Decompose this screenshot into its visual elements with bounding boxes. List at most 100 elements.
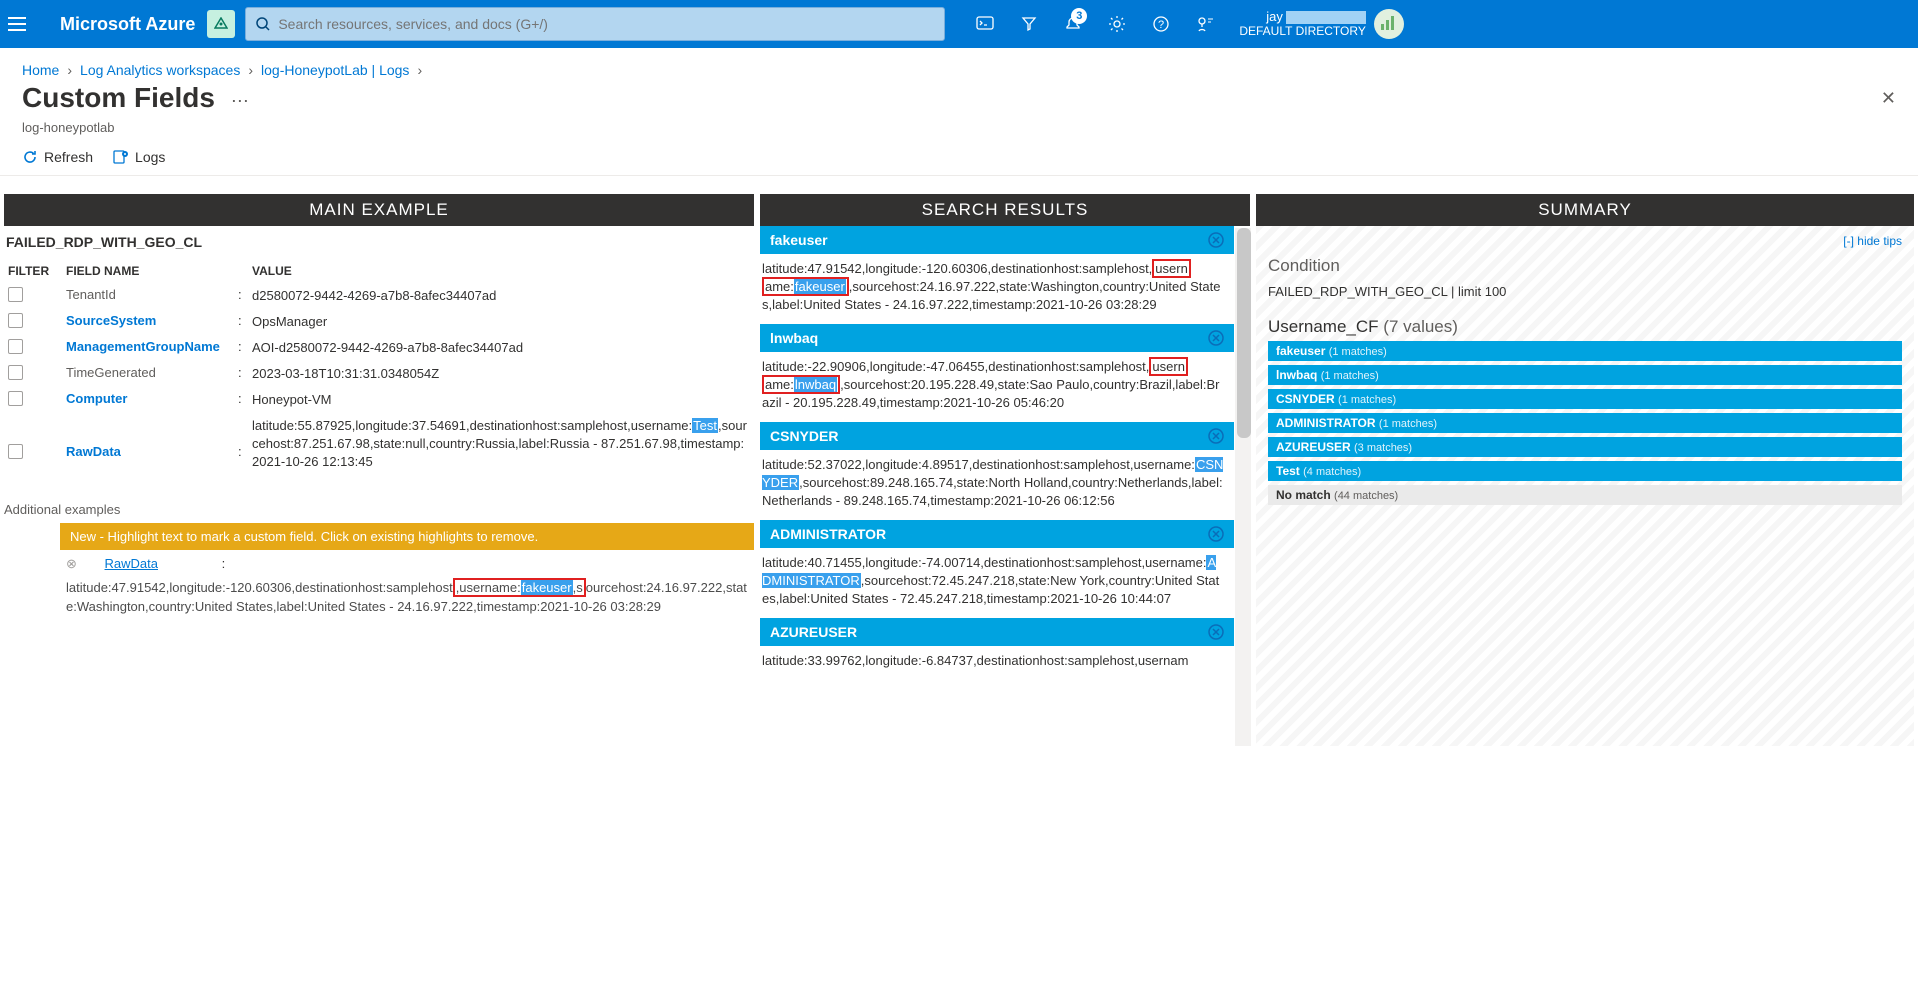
summary-panel: [-] hide tips Condition FAILED_RDP_WITH_… xyxy=(1256,226,1914,746)
refresh-button[interactable]: Refresh xyxy=(22,149,93,165)
value-row[interactable]: fakeuser (1 matches) xyxy=(1268,341,1902,361)
search-result-body: latitude:40.71455,longitude:-74.00714,de… xyxy=(760,548,1234,608)
filter-icon[interactable] xyxy=(1009,4,1049,44)
search-result-title[interactable]: ADMINISTRATOR xyxy=(760,520,1234,548)
edit-icon[interactable] xyxy=(1208,330,1224,346)
field-row: ManagementGroupName:AOI-d2580072-9442-42… xyxy=(6,336,752,360)
highlight[interactable]: CSNYDER xyxy=(762,457,1223,490)
page-subtitle: log-honeypotlab xyxy=(0,120,1918,135)
search-result-body: latitude:33.99762,longitude:-6.84737,des… xyxy=(760,646,1234,670)
settings-icon[interactable] xyxy=(1097,4,1137,44)
chevron-right-icon: › xyxy=(248,62,253,78)
field-row: Computer:Honeypot-VM xyxy=(6,388,752,412)
toolbar: Refresh Logs xyxy=(0,135,1918,176)
field-name-link[interactable]: ManagementGroupName xyxy=(66,339,220,354)
search-result-title[interactable]: AZUREUSER xyxy=(760,618,1234,646)
rawdata-link[interactable]: RawData xyxy=(105,556,158,571)
search-result-title[interactable]: lnwbaq xyxy=(760,324,1234,352)
logs-button[interactable]: Logs xyxy=(113,149,165,165)
value-row[interactable]: Test (4 matches) xyxy=(1268,461,1902,481)
notification-badge: 3 xyxy=(1071,8,1087,24)
value-row[interactable]: AZUREUSER (3 matches) xyxy=(1268,437,1902,457)
red-annotation-box: usern xyxy=(1152,259,1191,278)
user-block[interactable]: jay DEFAULT DIRECTORY xyxy=(1239,9,1403,39)
field-value: d2580072-9442-4269-a7b8-8afec34407ad xyxy=(250,284,752,308)
highlight[interactable]: ADMINISTRATOR xyxy=(762,555,1216,588)
chevron-right-icon: › xyxy=(67,62,72,78)
highlight[interactable]: Test xyxy=(692,418,718,433)
page-title: Custom Fields xyxy=(22,82,215,114)
field-name-link[interactable]: SourceSystem xyxy=(66,313,156,328)
search-result-item: AZUREUSERlatitude:33.99762,longitude:-6.… xyxy=(760,618,1234,670)
notification-icon[interactable]: 3 xyxy=(1053,4,1093,44)
search-result-item: lnwbaqlatitude:-22.90906,longitude:-47.0… xyxy=(760,324,1234,412)
summary-col: SUMMARY [-] hide tips Condition FAILED_R… xyxy=(1256,194,1914,746)
field-row-rawdata: RawData:latitude:55.87925,longitude:37.5… xyxy=(6,414,752,474)
additional-examples-label: Additional examples xyxy=(4,476,754,517)
feedback-icon[interactable] xyxy=(1185,4,1225,44)
upgrade-icon[interactable] xyxy=(207,10,235,38)
value-row[interactable]: ADMINISTRATOR (1 matches) xyxy=(1268,413,1902,433)
search-icon xyxy=(256,17,270,31)
summary-col-header: SUMMARY xyxy=(1256,194,1914,226)
table-name: FAILED_RDP_WITH_GEO_CL xyxy=(4,226,754,258)
scrollbar-track[interactable] xyxy=(1235,228,1251,746)
th-filter: FILTER xyxy=(6,260,62,282)
edit-icon[interactable] xyxy=(1208,526,1224,542)
cloud-shell-icon[interactable] xyxy=(965,4,1005,44)
search-results-col: SEARCH RESULTS fakeuserlatitude:47.91542… xyxy=(760,194,1250,746)
content: MAIN EXAMPLE FAILED_RDP_WITH_GEO_CL FILT… xyxy=(0,176,1918,746)
chevron-right-icon: › xyxy=(417,62,422,78)
field-row: TenantId:d2580072-9442-4269-a7b8-8afec34… xyxy=(6,284,752,308)
scrollbar-thumb[interactable] xyxy=(1237,228,1251,438)
search-result-body: latitude:47.91542,longitude:-120.60306,d… xyxy=(760,254,1234,314)
brand-label[interactable]: Microsoft Azure xyxy=(60,14,195,35)
remove-icon[interactable]: ⊗ xyxy=(66,556,77,571)
additional-rawdata-row: ⊗ RawData : xyxy=(60,550,754,578)
search-result-title[interactable]: CSNYDER xyxy=(760,422,1234,450)
bc-workspaces[interactable]: Log Analytics workspaces xyxy=(80,62,240,78)
filter-checkbox[interactable] xyxy=(8,444,23,459)
filter-checkbox[interactable] xyxy=(8,365,23,380)
filter-checkbox[interactable] xyxy=(8,339,23,354)
global-search[interactable] xyxy=(245,7,945,41)
search-result-title[interactable]: fakeuser xyxy=(760,226,1234,254)
edit-icon[interactable] xyxy=(1208,428,1224,444)
more-icon[interactable]: ⋯ xyxy=(231,91,249,112)
search-result-body: latitude:52.37022,longitude:4.89517,dest… xyxy=(760,450,1234,510)
red-annotation-box: ame:fakeuser xyxy=(762,277,849,296)
value-row[interactable]: lnwbaq (1 matches) xyxy=(1268,365,1902,385)
bc-home[interactable]: Home xyxy=(22,62,59,78)
avatar[interactable] xyxy=(1374,9,1404,39)
search-col-header: SEARCH RESULTS xyxy=(760,194,1250,226)
field-name-link[interactable]: RawData xyxy=(66,444,121,459)
field-name-link[interactable]: Computer xyxy=(66,391,127,406)
field-name: TimeGenerated xyxy=(66,365,156,380)
edit-icon[interactable] xyxy=(1208,232,1224,248)
filter-checkbox[interactable] xyxy=(8,313,23,328)
highlight[interactable]: lnwbaq xyxy=(794,377,837,392)
menu-icon[interactable] xyxy=(8,17,48,31)
value-row[interactable]: CSNYDER (1 matches) xyxy=(1268,389,1902,409)
red-annotation-box: ,username:fakeuser,s xyxy=(453,578,586,597)
user-email-redacted xyxy=(1286,11,1366,24)
highlight[interactable]: fakeuser xyxy=(521,580,573,595)
close-icon[interactable]: ✕ xyxy=(1881,88,1896,109)
value-row-nomatch[interactable]: No match (44 matches) xyxy=(1268,485,1902,505)
azure-top-bar: Microsoft Azure 3 ? jay DEFAULT DIRECTOR… xyxy=(0,0,1918,48)
highlight[interactable]: fakeuser xyxy=(794,279,846,294)
help-icon[interactable]: ? xyxy=(1141,4,1181,44)
svg-text:?: ? xyxy=(1158,19,1164,31)
filter-checkbox[interactable] xyxy=(8,287,23,302)
search-result-body: latitude:-22.90906,longitude:-47.06455,d… xyxy=(760,352,1234,412)
field-value-rawdata[interactable]: latitude:55.87925,longitude:37.54691,des… xyxy=(250,414,752,474)
additional-rawdata-text[interactable]: latitude:47.91542,longitude:-120.60306,d… xyxy=(60,578,754,616)
hide-tips-link[interactable]: [-] hide tips xyxy=(1268,234,1902,248)
field-value: 2023-03-18T10:31:31.0348054Z xyxy=(250,362,752,386)
bc-resource[interactable]: log-HoneypotLab | Logs xyxy=(261,62,409,78)
field-value: OpsManager xyxy=(250,310,752,334)
edit-icon[interactable] xyxy=(1208,624,1224,640)
global-search-input[interactable] xyxy=(278,16,934,32)
condition-value: FAILED_RDP_WITH_GEO_CL | limit 100 xyxy=(1268,284,1902,299)
filter-checkbox[interactable] xyxy=(8,391,23,406)
